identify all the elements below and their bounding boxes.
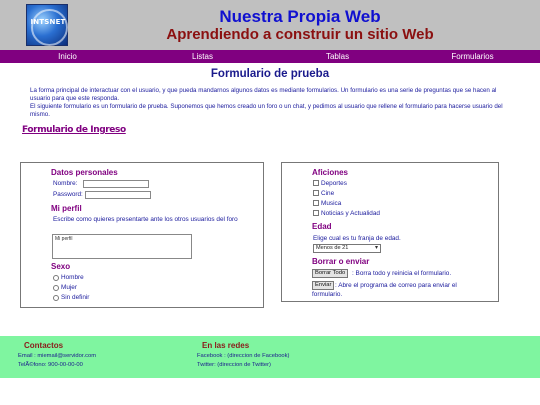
hobbies-title: Aficiones [312,168,349,177]
submit-description-cont: formulario. [312,291,343,298]
age-select-value: Menos de 21 [316,245,349,251]
age-description: Elige cual es tu franja de edad. [313,235,401,242]
sex-label-hombre: Hombre [61,274,84,281]
intro-paragraph-1: La forma principal de interactuar con el… [30,87,497,102]
page: INTSNET Nuestra Propia Web Aprendiendo a… [0,0,540,405]
chevron-down-icon: ▾ [374,245,378,251]
sex-radio-mujer[interactable] [53,285,59,291]
logo-text: INTSNET [30,18,66,26]
intro-paragraph-2: El siguiente formulario es un formulario… [30,103,503,118]
hobby-checkbox-musica[interactable] [313,200,319,206]
hobby-label-musica: Musica [321,200,342,207]
hobby-label-cine: Cine [321,190,335,197]
contact-email[interactable]: Email : miemail@servidor.com [18,353,96,359]
site-header: INTSNET Nuestra Propia Web Aprendiendo a… [0,0,540,50]
hobby-checkbox-noticias[interactable] [313,210,319,216]
password-input[interactable] [85,191,151,199]
reset-description: : Borra todo y reinicia el formulario. [352,270,452,277]
nav-item-inicio[interactable]: Inicio [0,50,135,63]
contacts-title: Contactos [24,341,64,350]
form-fieldset-left: Datos personales Nombre: Password: Mi pe… [20,162,264,308]
nav-item-listas[interactable]: Listas [135,50,270,63]
name-input[interactable] [83,180,149,188]
form-fieldset-right: Aficiones Deportes Cine Musica Noticias … [281,162,499,302]
name-label: Nombre: [53,180,78,187]
sex-radio-sin-definir[interactable] [53,295,59,301]
profile-textarea[interactable]: Mi perfil [52,234,192,259]
personal-data-title: Datos personales [51,168,118,177]
site-footer: Contactos Email : miemail@servidor.com T… [0,336,540,378]
sex-title: Sexo [51,262,71,271]
nav-item-formularios[interactable]: Formularios [405,50,540,63]
social-facebook[interactable]: Facebook : (direccion de Facebook) [197,353,289,359]
age-select[interactable]: Menos de 21 ▾ [313,244,381,253]
main-nav: Inicio Listas Tablas Formularios [0,50,540,63]
password-label: Password: [53,191,83,198]
hobby-label-deportes: Deportes [321,180,347,187]
contact-phone: TelÃ©fono: 900-00-00-00 [18,362,83,368]
profile-description: Escribe como quieres presentarte ante lo… [53,216,238,223]
social-twitter[interactable]: Twitter: (direccion de Twitter) [197,362,271,368]
age-title: Edad [312,222,332,231]
sex-radio-hombre[interactable] [53,275,59,281]
send-title: Borrar o enviar [312,257,370,266]
submit-button[interactable]: Enviar [312,281,335,290]
site-title: Nuestra Propia Web [219,7,381,26]
hobby-checkbox-deportes[interactable] [313,180,319,186]
reset-button[interactable]: Borrar Todo [312,269,349,278]
sex-label-mujer: Mujer [61,284,77,291]
profile-title: Mi perfil [51,204,82,213]
sex-label-sin-definir: Sin definir [61,294,90,301]
hobby-label-noticias: Noticias y Actualidad [321,210,380,217]
submit-description: : Abre el programa de correo para enviar… [335,282,457,289]
nav-item-tablas[interactable]: Tablas [270,50,405,63]
social-title: En las redes [202,341,250,350]
hobby-checkbox-cine[interactable] [313,190,319,196]
site-subtitle: Aprendiendo a construir un sitio Web [166,26,434,43]
globe-logo-icon[interactable]: INTSNET [26,4,68,46]
page-heading: Formulario de prueba [210,68,330,80]
section-title: Formulario de Ingreso [22,125,126,135]
